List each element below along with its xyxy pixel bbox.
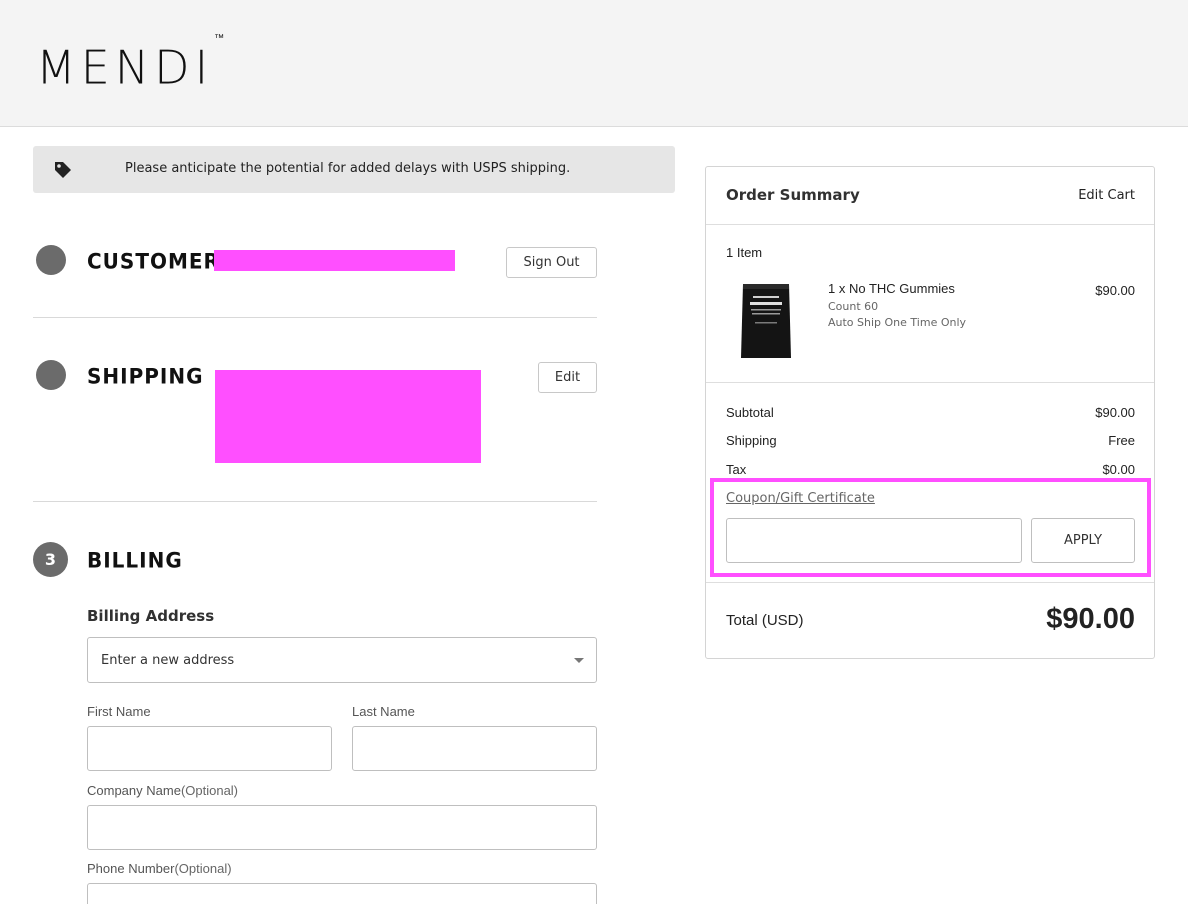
- billing-step-heading: BILLING: [87, 547, 183, 573]
- section-divider: [33, 317, 597, 318]
- edit-shipping-button[interactable]: Edit: [538, 362, 597, 393]
- redacted-customer-email: [214, 250, 455, 271]
- last-name-label: Last Name: [352, 704, 415, 719]
- company-name-label: Company Name(Optional): [87, 783, 238, 798]
- chevron-down-icon: [574, 658, 584, 663]
- total-value: $90.00: [1046, 603, 1135, 635]
- last-name-field[interactable]: [352, 726, 597, 771]
- customer-step-check-icon: [36, 245, 66, 275]
- sign-out-button[interactable]: Sign Out: [506, 247, 597, 278]
- total-label: Total (USD): [726, 612, 804, 629]
- billing-step-number: 3: [33, 542, 68, 577]
- product-count: Count 60: [828, 300, 879, 313]
- company-label-text: Company Name: [87, 783, 181, 798]
- section-divider: [33, 501, 597, 502]
- apply-coupon-button[interactable]: APPLY: [1031, 518, 1135, 563]
- subtotal-value: $90.00: [1095, 405, 1135, 420]
- summary-divider: [706, 382, 1154, 383]
- coupon-gift-certificate-link[interactable]: Coupon/Gift Certificate: [726, 491, 875, 506]
- phone-number-field[interactable]: [87, 883, 597, 904]
- product-shipping-option: Auto Ship One Time Only: [828, 316, 967, 329]
- shipping-label: Shipping: [726, 433, 777, 448]
- billing-address-title: Billing Address: [87, 607, 215, 625]
- shipping-step-heading: SHIPPING: [87, 363, 204, 389]
- shipping-value: Free: [1108, 433, 1135, 448]
- phone-optional-text: (Optional): [174, 861, 232, 876]
- summary-divider: [706, 224, 1154, 225]
- product-price: $90.00: [1095, 283, 1135, 298]
- phone-number-label: Phone Number(Optional): [87, 861, 232, 876]
- subtotal-label: Subtotal: [726, 405, 774, 420]
- trademark-symbol: ™: [214, 33, 225, 44]
- first-name-label: First Name: [87, 704, 151, 719]
- address-select[interactable]: Enter a new address: [87, 637, 597, 683]
- edit-cart-link[interactable]: Edit Cart: [1078, 188, 1135, 203]
- shipping-step-check-icon: [36, 360, 66, 390]
- tax-value: $0.00: [1102, 462, 1135, 477]
- order-summary-title: Order Summary: [726, 186, 860, 204]
- company-optional-text: (Optional): [180, 783, 239, 798]
- page-header: MENDI™: [0, 0, 1188, 127]
- phone-label-text: Phone Number: [87, 861, 175, 876]
- shipping-notice: Please anticipate the potential for adde…: [33, 146, 675, 193]
- product-image: [741, 284, 791, 358]
- first-name-field[interactable]: [87, 726, 332, 771]
- address-select-value: Enter a new address: [101, 653, 235, 668]
- coupon-code-input[interactable]: [726, 518, 1022, 563]
- notice-text: Please anticipate the potential for adde…: [125, 161, 571, 176]
- brand-logo[interactable]: MENDI™: [36, 33, 224, 95]
- tag-icon: [55, 162, 71, 178]
- brand-name: MENDI: [36, 40, 214, 95]
- tax-label: Tax: [726, 462, 747, 477]
- summary-divider: [706, 582, 1154, 583]
- item-count: 1 Item: [726, 245, 763, 260]
- company-name-field[interactable]: [87, 805, 597, 850]
- product-name: 1 x No THC Gummies: [828, 281, 955, 296]
- order-summary-panel: Order Summary Edit Cart 1 Item 1 x No TH…: [705, 166, 1155, 659]
- customer-step-heading: CUSTOMER: [87, 248, 220, 274]
- redacted-shipping-address: [215, 370, 481, 463]
